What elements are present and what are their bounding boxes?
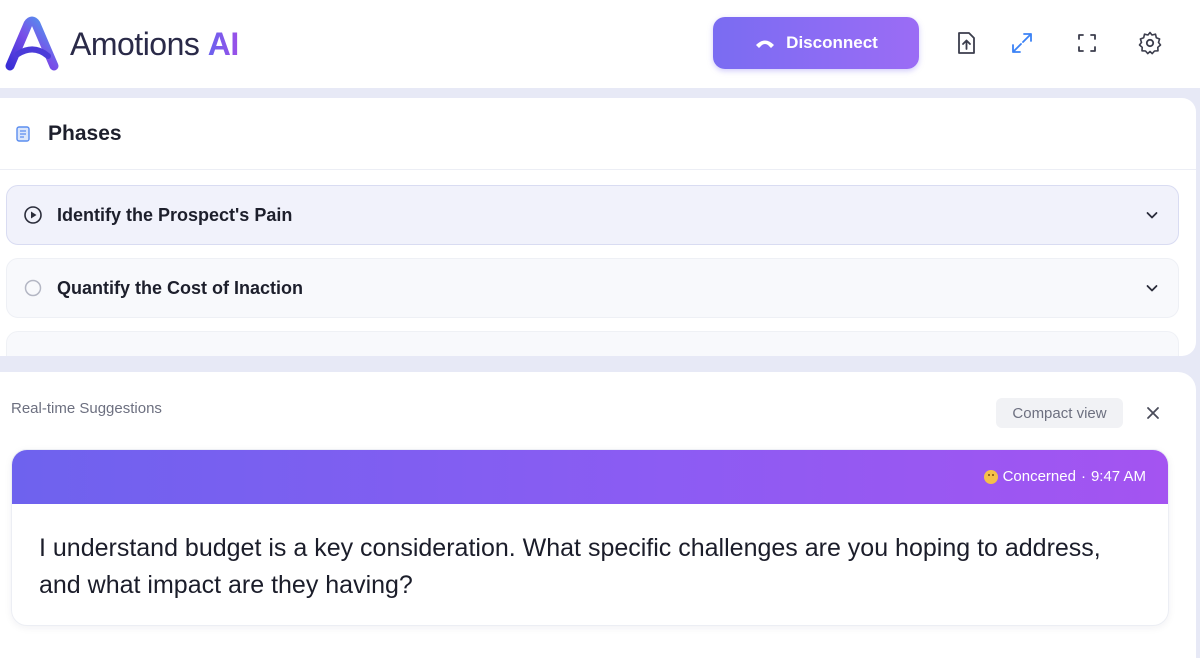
phase-label: Quantify the Cost of Inaction: [57, 277, 303, 298]
phases-title: Phases: [48, 121, 122, 145]
concerned-emoji-icon: [983, 469, 998, 484]
phase-item-identify-pain[interactable]: Identify the Prospect's Pain: [6, 185, 1179, 245]
brand-name: Amotions AI: [70, 26, 239, 63]
expand-window-button[interactable]: [1007, 28, 1037, 58]
emotion-label: Concerned: [1002, 468, 1076, 485]
play-circle-icon: [24, 206, 42, 224]
empty-circle-icon: [24, 279, 42, 297]
upload-button[interactable]: [951, 28, 981, 58]
chevron-down-icon: [1146, 285, 1158, 292]
suggestions-title: Real-time Suggestions: [11, 400, 162, 417]
suggestion-card-header: Concerned · 9:47 AM: [12, 450, 1168, 504]
suggestion-meta: Concerned · 9:47 AM: [983, 468, 1146, 485]
phases-header: Phases: [0, 98, 1196, 170]
suggestions-panel: Real-time Suggestions Compact view Conce…: [0, 372, 1196, 658]
fullscreen-button[interactable]: [1072, 28, 1102, 58]
amotions-logo-icon: [5, 16, 59, 71]
phone-hangup-icon: [756, 40, 775, 48]
meta-separator: ·: [1080, 468, 1086, 485]
phase-item-next-partial[interactable]: [6, 331, 1179, 356]
upload-icon: [958, 32, 975, 54]
expand-arrows-icon: [1012, 33, 1032, 53]
fullscreen-icon: [1078, 34, 1096, 52]
chevron-down-icon: [1146, 212, 1158, 219]
settings-gear-icon: [1138, 31, 1162, 55]
phase-item-quantify-cost[interactable]: Quantify the Cost of Inaction: [6, 258, 1179, 318]
suggestion-text: I understand budget is a key considerati…: [39, 534, 1101, 599]
disconnect-label: Disconnect: [786, 33, 878, 52]
close-icon: [1147, 407, 1159, 419]
brand-name-main: Amotions: [70, 25, 200, 62]
brand-name-ai: AI: [207, 25, 240, 62]
suggestion-card: Concerned · 9:47 AM I understand budget …: [11, 449, 1169, 626]
app-header: Amotions AI Disconnect: [0, 0, 1200, 88]
logo: Amotions AI: [4, 16, 239, 72]
phases-panel: Phases Identify the Prospect's Pain Quan…: [0, 98, 1196, 356]
disconnect-button[interactable]: Disconnect: [713, 17, 919, 69]
settings-button[interactable]: [1135, 28, 1165, 58]
compact-view-button[interactable]: Compact view: [996, 398, 1123, 428]
close-suggestions-button[interactable]: [1142, 402, 1164, 424]
suggestion-time: 9:47 AM: [1090, 468, 1146, 485]
phase-label: Identify the Prospect's Pain: [57, 204, 293, 225]
clipboard-icon: [16, 125, 30, 142]
